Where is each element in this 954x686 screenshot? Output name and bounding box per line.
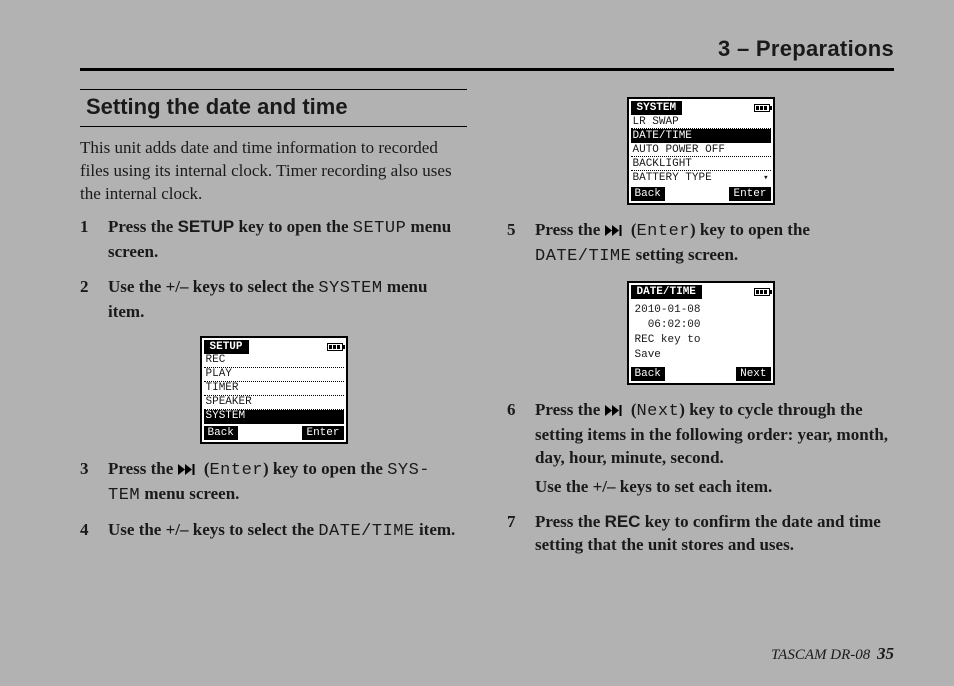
lcd-back-button: Back: [631, 367, 665, 381]
enter-mono: Enter: [636, 222, 690, 241]
lcd-back-button: Back: [631, 187, 665, 201]
lcd-screenshot-setup: SETUP REC PLAY TIMER SPEAKER SYSTEM Back…: [80, 336, 467, 444]
step-number: 4: [80, 519, 102, 542]
step-number: 2: [80, 276, 102, 299]
lcd-screenshot-system: SYSTEM LR SWAP DATE/TIME AUTO POWER OFF …: [507, 97, 894, 205]
column-right: SYSTEM LR SWAP DATE/TIME AUTO POWER OFF …: [507, 89, 894, 569]
setup-key: SETUP: [178, 217, 235, 236]
lcd-row-selected: DATE/TIME: [631, 129, 771, 143]
step-text: keys to set each item.: [616, 477, 773, 496]
enter-mono: Enter: [209, 461, 263, 480]
lcd-back-button: Back: [204, 426, 238, 440]
battery-icon: [754, 288, 770, 296]
system-mono: SYS-: [387, 461, 430, 480]
plus-minus-key: +/–: [166, 520, 189, 539]
lcd-row: SPEAKER: [204, 396, 344, 410]
step-text: setting screen.: [631, 245, 738, 264]
rec-key: REC: [605, 512, 641, 531]
step-text: Use the: [108, 520, 166, 539]
step-text: keys to select the: [189, 520, 319, 539]
lcd-title: SETUP: [204, 340, 249, 354]
datetime-mono: DATE/TIME: [535, 247, 631, 266]
scroll-down-icon: ▾: [763, 171, 768, 185]
step-text: (: [200, 459, 210, 478]
step-5: 5 Press the (Enter) key to open the DATE…: [507, 219, 894, 269]
lcd-row: AUTO POWER OFF: [631, 143, 771, 157]
step-number: 3: [80, 458, 102, 481]
battery-icon: [754, 104, 770, 112]
step-2: 2 Use the +/– keys to select the SYSTEM …: [80, 276, 467, 324]
plus-minus-key: +/–: [593, 477, 616, 496]
next-mono: Next: [636, 402, 679, 421]
datetime-mono: DATE/TIME: [318, 522, 414, 541]
step-3: 3 Press the (Enter) key to open the SYS-…: [80, 458, 467, 508]
product-name: TASCAM DR-08: [771, 647, 870, 663]
step-number: 5: [507, 219, 529, 242]
section-title-rule: Setting the date and time: [80, 89, 467, 127]
lcd-line: Save: [635, 348, 767, 363]
fast-forward-icon: [605, 405, 627, 416]
step-text: Press the: [108, 217, 178, 236]
lcd-row: REC: [204, 354, 344, 368]
intro-paragraph: This unit adds date and time information…: [80, 137, 467, 206]
section-title: Setting the date and time: [86, 94, 465, 120]
step-text: item.: [415, 520, 456, 539]
system-mono: TEM: [108, 486, 140, 505]
lcd-row: PLAY: [204, 368, 344, 382]
fast-forward-icon: [605, 225, 627, 236]
chapter-header: 3 – Preparations: [80, 30, 894, 71]
lcd-line: 2010‑01‑08: [635, 303, 767, 318]
lcd-row: BATTERY TYPE ▾: [631, 171, 771, 185]
lcd-line: 06:02:00: [635, 318, 767, 333]
lcd-row: TIMER: [204, 382, 344, 396]
step-text: Use the: [535, 477, 593, 496]
lcd-row: BACKLIGHT: [631, 157, 771, 171]
lcd-row: LR SWAP: [631, 115, 771, 129]
step-text: keys to select the: [189, 277, 319, 296]
plus-minus-key: +/–: [166, 277, 189, 296]
lcd-row-text: BATTERY TYPE: [633, 171, 712, 185]
step-text: key to open the: [234, 217, 353, 236]
step-text: (: [627, 400, 637, 419]
page-number: 35: [877, 644, 894, 663]
page-footer: TASCAM DR-08 35: [771, 644, 894, 664]
step-1: 1 Press the SETUP key to open the SETUP …: [80, 216, 467, 264]
lcd-title: DATE/TIME: [631, 285, 702, 299]
lcd-line: REC key to: [635, 333, 767, 348]
step-text: (: [627, 220, 637, 239]
step-text: Use the: [108, 277, 166, 296]
lcd-enter-button: Enter: [729, 187, 770, 201]
lcd-screenshot-datetime: DATE/TIME 2010‑01‑08 06:02:00 REC key to…: [507, 281, 894, 385]
lcd-title: SYSTEM: [631, 101, 683, 115]
column-left: Setting the date and time This unit adds…: [80, 89, 467, 569]
lcd-row-selected: SYSTEM: [204, 410, 344, 424]
step-text: Press the: [535, 512, 605, 531]
step-number: 1: [80, 216, 102, 239]
step-text: menu screen.: [140, 484, 239, 503]
step-text: ) key to open the: [690, 220, 810, 239]
step-6: 6 Press the (Next) key to cycle through …: [507, 399, 894, 499]
setup-mono: SETUP: [353, 219, 407, 238]
step-4: 4 Use the +/– keys to select the DATE/TI…: [80, 519, 467, 544]
step-text: Press the: [535, 220, 605, 239]
step-text: Press the: [108, 459, 178, 478]
step-text: ) key to open the: [263, 459, 387, 478]
step-number: 7: [507, 511, 529, 534]
system-mono: SYSTEM: [318, 279, 382, 298]
step-text: Press the: [535, 400, 605, 419]
step-7: 7 Press the REC key to confirm the date …: [507, 511, 894, 557]
battery-icon: [327, 343, 343, 351]
lcd-enter-button: Enter: [302, 426, 343, 440]
step-number: 6: [507, 399, 529, 422]
chapter-title: 3 – Preparations: [80, 36, 894, 62]
fast-forward-icon: [178, 464, 200, 475]
lcd-next-button: Next: [736, 367, 770, 381]
